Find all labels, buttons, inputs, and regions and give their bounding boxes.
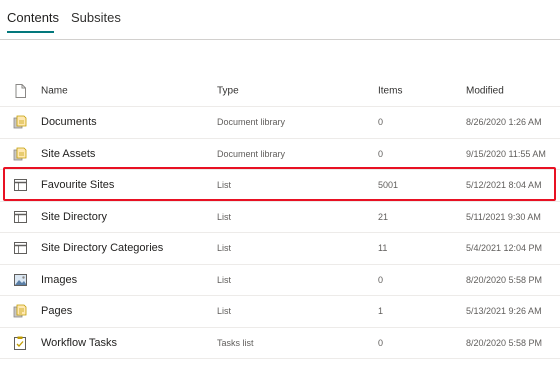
row-items: 0 (378, 337, 384, 348)
row-name[interactable]: Site Assets (41, 148, 95, 160)
row-type: Document library (217, 148, 286, 159)
row-type: List (217, 243, 232, 254)
table-row[interactable]: Images List 0 8/20/2020 5:58 PM (0, 265, 560, 296)
selected-tab-indicator (7, 31, 54, 33)
contents-table: Name Type Items Modified Documents Docum… (0, 75, 560, 359)
row-type: List (217, 274, 232, 285)
row-type: List (217, 306, 232, 317)
tab-bar: Contents Subsites (0, 0, 560, 40)
row-type: List (217, 211, 232, 222)
row-modified: 8/26/2020 1:26 AM (466, 117, 542, 128)
table-row[interactable]: Documents Document library 0 8/26/2020 1… (0, 107, 560, 139)
column-header-type[interactable]: Type (217, 85, 239, 96)
column-header-modified[interactable]: Modified (466, 85, 504, 96)
table-header: Name Type Items Modified (0, 75, 560, 107)
row-name[interactable]: Documents (41, 116, 97, 128)
row-name[interactable]: Site Directory Categories (41, 242, 163, 254)
table-row[interactable]: Pages List 1 5/13/2021 9:26 AM (0, 296, 560, 328)
row-items: 21 (378, 211, 389, 222)
table-row[interactable]: Favourite Sites List 5001 5/12/2021 8:04… (0, 170, 560, 202)
table-row[interactable]: Site Directory Categories List 11 5/4/20… (0, 233, 560, 265)
row-items: 1 (378, 306, 384, 317)
tab-divider (0, 39, 560, 40)
row-modified: 8/20/2020 5:58 PM (466, 337, 543, 348)
row-modified: 5/4/2021 12:04 PM (466, 243, 543, 254)
row-name[interactable]: Favourite Sites (41, 179, 114, 191)
row-modified: 5/12/2021 8:04 AM (466, 180, 542, 191)
table-row[interactable]: Site Directory List 21 5/11/2021 9:30 AM (0, 202, 560, 233)
document-library-icon (13, 147, 27, 161)
table-row[interactable]: Site Assets Document library 0 9/15/2020… (0, 139, 560, 170)
row-name[interactable]: Pages (41, 305, 72, 317)
tab-contents[interactable]: Contents (7, 10, 59, 25)
row-name[interactable]: Workflow Tasks (41, 337, 117, 349)
row-items: 0 (378, 117, 384, 128)
row-type: Tasks list (217, 337, 254, 348)
tasks-list-icon (13, 336, 27, 350)
pages-library-icon (13, 304, 27, 318)
row-type: Document library (217, 117, 286, 128)
file-type-icon[interactable] (13, 83, 27, 98)
row-type: List (217, 180, 232, 191)
document-library-icon (13, 115, 27, 129)
row-items: 0 (378, 274, 384, 285)
row-modified: 8/20/2020 5:58 PM (466, 274, 543, 285)
tab-subsites[interactable]: Subsites (71, 10, 121, 25)
row-modified: 5/13/2021 9:26 AM (466, 306, 542, 317)
row-modified: 9/15/2020 11:55 AM (466, 148, 546, 159)
column-header-items[interactable]: Items (378, 85, 402, 96)
row-name[interactable]: Images (41, 274, 77, 286)
row-name[interactable]: Site Directory (41, 211, 107, 223)
row-items: 0 (378, 148, 384, 159)
list-icon (13, 241, 27, 255)
list-icon (13, 210, 27, 224)
table-row[interactable]: Workflow Tasks Tasks list 0 8/20/2020 5:… (0, 328, 560, 359)
picture-library-icon (13, 273, 27, 287)
row-modified: 5/11/2021 9:30 AM (466, 211, 541, 222)
row-items: 5001 (378, 180, 399, 191)
column-header-name[interactable]: Name (41, 85, 68, 96)
list-icon (13, 178, 27, 192)
row-items: 11 (378, 243, 388, 254)
